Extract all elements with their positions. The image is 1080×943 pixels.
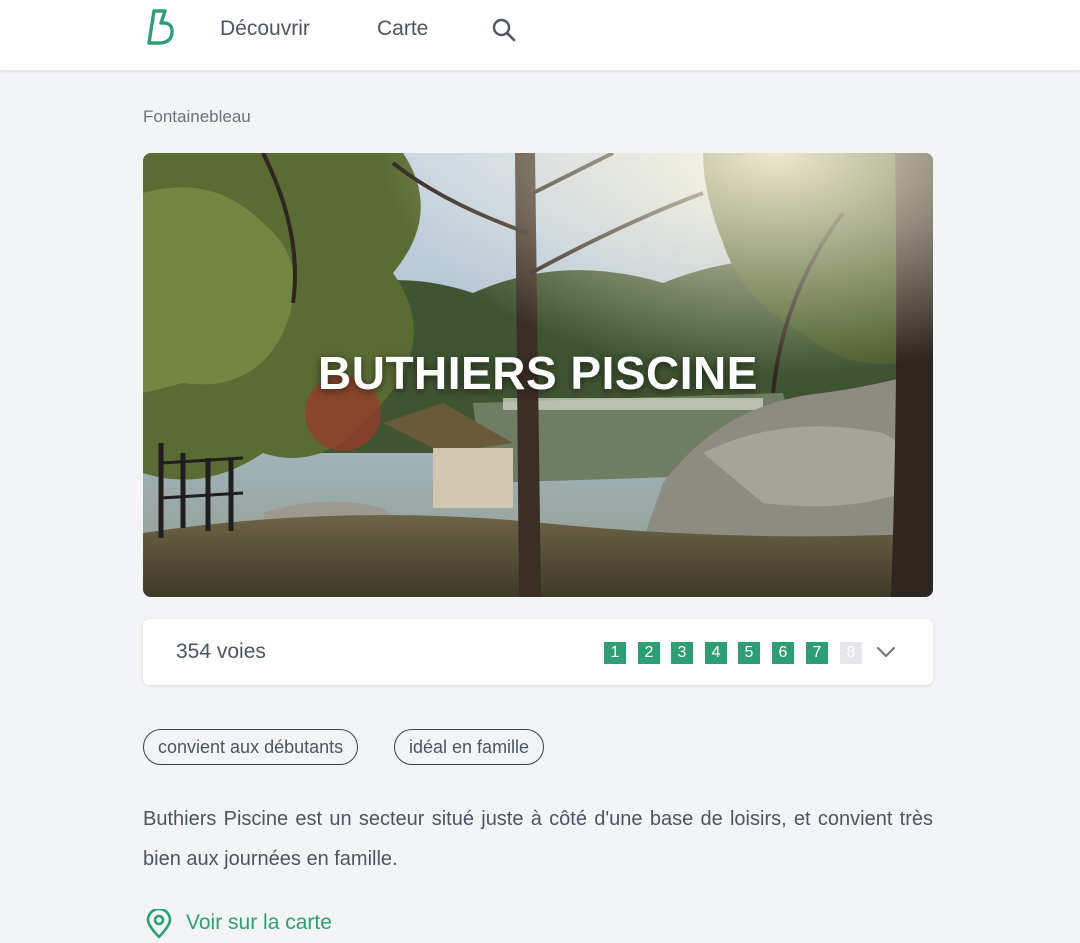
grade-badge: 8 (840, 642, 862, 664)
search-icon[interactable] (490, 16, 518, 44)
routes-summary-card[interactable]: 354 voies 1 2 3 4 5 6 7 8 (143, 619, 933, 685)
brand-logo-icon[interactable] (145, 9, 179, 45)
grade-badge: 6 (772, 642, 794, 664)
top-navigation-bar: Découvrir Carte (0, 0, 1080, 71)
grade-badge: 2 (638, 642, 660, 664)
nav-link-carte[interactable]: Carte (377, 17, 428, 41)
nav-link-decouvrir[interactable]: Découvrir (220, 17, 310, 41)
view-on-map-label: Voir sur la carte (186, 911, 332, 934)
hero-title: BUTHIERS PISCINE (318, 347, 758, 399)
grade-badge: 4 (705, 642, 727, 664)
grade-badge: 5 (738, 642, 760, 664)
sector-description: Buthiers Piscine est un secteur situé ju… (143, 808, 933, 870)
chevron-down-icon[interactable] (875, 641, 897, 663)
grade-badge: 3 (671, 642, 693, 664)
grade-badge: 7 (806, 642, 828, 664)
hero-banner: BUTHIERS PISCINE (143, 153, 933, 597)
grade-badge: 1 (604, 642, 626, 664)
tag-chip[interactable]: idéal en famille (394, 729, 545, 765)
map-pin-icon (146, 909, 172, 939)
tag-chip[interactable]: convient aux débutants (143, 729, 359, 765)
breadcrumb[interactable]: Fontainebleau (143, 107, 251, 127)
routes-count: 354 voies (176, 640, 266, 663)
